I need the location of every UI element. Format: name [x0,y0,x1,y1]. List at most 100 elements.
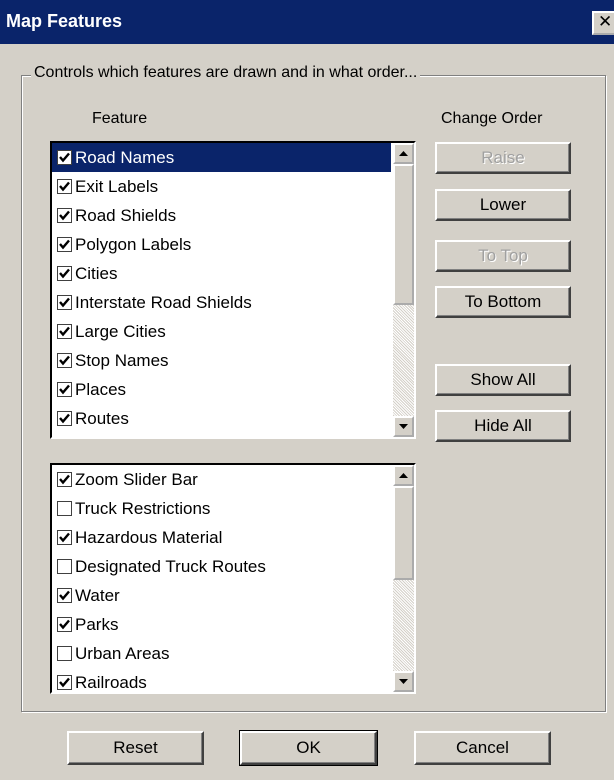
close-button[interactable]: ✕ [592,11,614,35]
checked-checkbox[interactable] [57,353,72,368]
close-icon: ✕ [598,12,613,31]
title-bar[interactable]: Map Features ✕ [0,0,614,44]
checkmark-icon [59,239,70,250]
list-item-label: Large Cities [75,321,166,341]
checkmark-icon [59,677,70,688]
checked-checkbox[interactable] [57,530,72,545]
checkmark-icon [59,152,70,163]
window-title: Map Features [6,11,123,31]
list-item-label: Parks [75,614,119,634]
upper-vertical-scrollbar[interactable] [393,143,414,437]
list-item-label: Road Shields [75,205,177,225]
checkmark-icon [59,268,70,279]
checkmark-icon [59,413,70,424]
list-item[interactable]: Road Shields [52,201,391,230]
unchecked-checkbox[interactable] [57,501,72,516]
list-item-label: Hazardous Material [75,527,223,547]
checkmark-icon [59,474,70,485]
checked-checkbox[interactable] [57,472,72,487]
checked-checkbox[interactable] [57,411,72,426]
list-item[interactable]: Truck Restrictions [52,494,391,523]
scroll-down-button[interactable] [393,671,414,692]
checked-checkbox[interactable] [57,295,72,310]
checked-checkbox[interactable] [57,237,72,252]
list-item[interactable]: Urban Areas [52,639,391,668]
show-all-button[interactable]: Show All [435,364,571,396]
list-item[interactable]: Designated Truck Routes [52,552,391,581]
checked-checkbox[interactable] [57,208,72,223]
list-item-label: Routes [75,408,129,428]
reset-button[interactable]: Reset [67,731,204,765]
list-item-label: Polygon Labels [75,234,192,254]
list-item[interactable]: Road Names [52,143,391,172]
checkmark-icon [59,181,70,192]
arrow-up-icon [399,151,408,156]
checkmark-icon [59,297,70,308]
list-item-label: Zoom Slider Bar [75,469,198,489]
list-item[interactable]: Stop Names [52,346,391,375]
checkmark-icon [59,532,70,543]
list-item[interactable]: Parks [52,610,391,639]
checkmark-icon [59,326,70,337]
unchecked-checkbox[interactable] [57,646,72,661]
checkmark-icon [59,210,70,221]
checked-checkbox[interactable] [57,617,72,632]
list-item-label: Designated Truck Routes [75,556,266,576]
list-item[interactable]: Hazardous Material [52,523,391,552]
feature-column-header: Feature [92,110,148,127]
cancel-button[interactable]: Cancel [414,731,551,765]
checked-checkbox[interactable] [57,150,72,165]
lower-vertical-scrollbar[interactable] [393,465,414,692]
hide-all-button[interactable]: Hide All [435,410,571,442]
scrollbar-thumb[interactable] [393,486,414,580]
arrow-down-icon [399,424,408,429]
group-caption: Controls which features are drawn and in… [31,64,421,82]
to-bottom-button[interactable]: To Bottom [435,286,571,318]
checkmark-icon [59,355,70,366]
checked-checkbox[interactable] [57,179,72,194]
list-item-label: Stop Names [75,350,169,370]
checked-checkbox[interactable] [57,382,72,397]
list-item[interactable]: Water [52,581,391,610]
feature-list-lower[interactable]: Zoom Slider Bar Truck Restrictions Hazardo… [50,463,416,694]
checked-checkbox[interactable] [57,324,72,339]
list-item[interactable]: Interstate Road Shields [52,288,391,317]
ok-button[interactable]: OK [239,730,378,766]
unchecked-checkbox[interactable] [57,559,72,574]
list-item-label: Places [75,379,127,399]
list-item[interactable]: Large Cities [52,317,391,346]
arrow-down-icon [399,679,408,684]
list-item[interactable]: Routes [52,404,391,433]
feature-list-lower-items: Zoom Slider Bar Truck Restrictions Hazardo… [52,465,391,692]
list-item[interactable]: Zoom Slider Bar [52,465,391,494]
list-item[interactable]: Cities [52,259,391,288]
change-order-header: Change Order [441,110,543,127]
checked-checkbox[interactable] [57,588,72,603]
list-item-label: Exit Labels [75,176,159,196]
checkmark-icon [59,590,70,601]
list-item[interactable]: Exit Labels [52,172,391,201]
list-item-label: Cities [75,263,118,283]
lower-button[interactable]: Lower [435,189,571,221]
list-item[interactable]: Polygon Labels [52,230,391,259]
list-item-label: Truck Restrictions [75,498,211,518]
feature-list-upper[interactable]: Road Names Exit Labels Road Shields Polygon… [50,141,416,439]
list-item-label: Water [75,585,120,605]
checked-checkbox[interactable] [57,675,72,690]
scroll-down-button[interactable] [393,416,414,437]
list-item-label: Road Names [75,147,175,167]
raise-button[interactable]: Raise [435,142,571,174]
to-top-button[interactable]: To Top [435,240,571,272]
checkmark-icon [59,384,70,395]
list-item[interactable]: Railroads [52,668,391,692]
checked-checkbox[interactable] [57,266,72,281]
arrow-up-icon [399,473,408,478]
scroll-up-button[interactable] [393,465,414,486]
list-item-label: Urban Areas [75,643,170,663]
checkmark-icon [59,619,70,630]
scrollbar-thumb[interactable] [393,164,414,305]
scroll-up-button[interactable] [393,143,414,164]
list-item-label: Interstate Road Shields [75,292,252,312]
list-item[interactable]: Commercially Prohibited [52,433,391,437]
list-item[interactable]: Places [52,375,391,404]
